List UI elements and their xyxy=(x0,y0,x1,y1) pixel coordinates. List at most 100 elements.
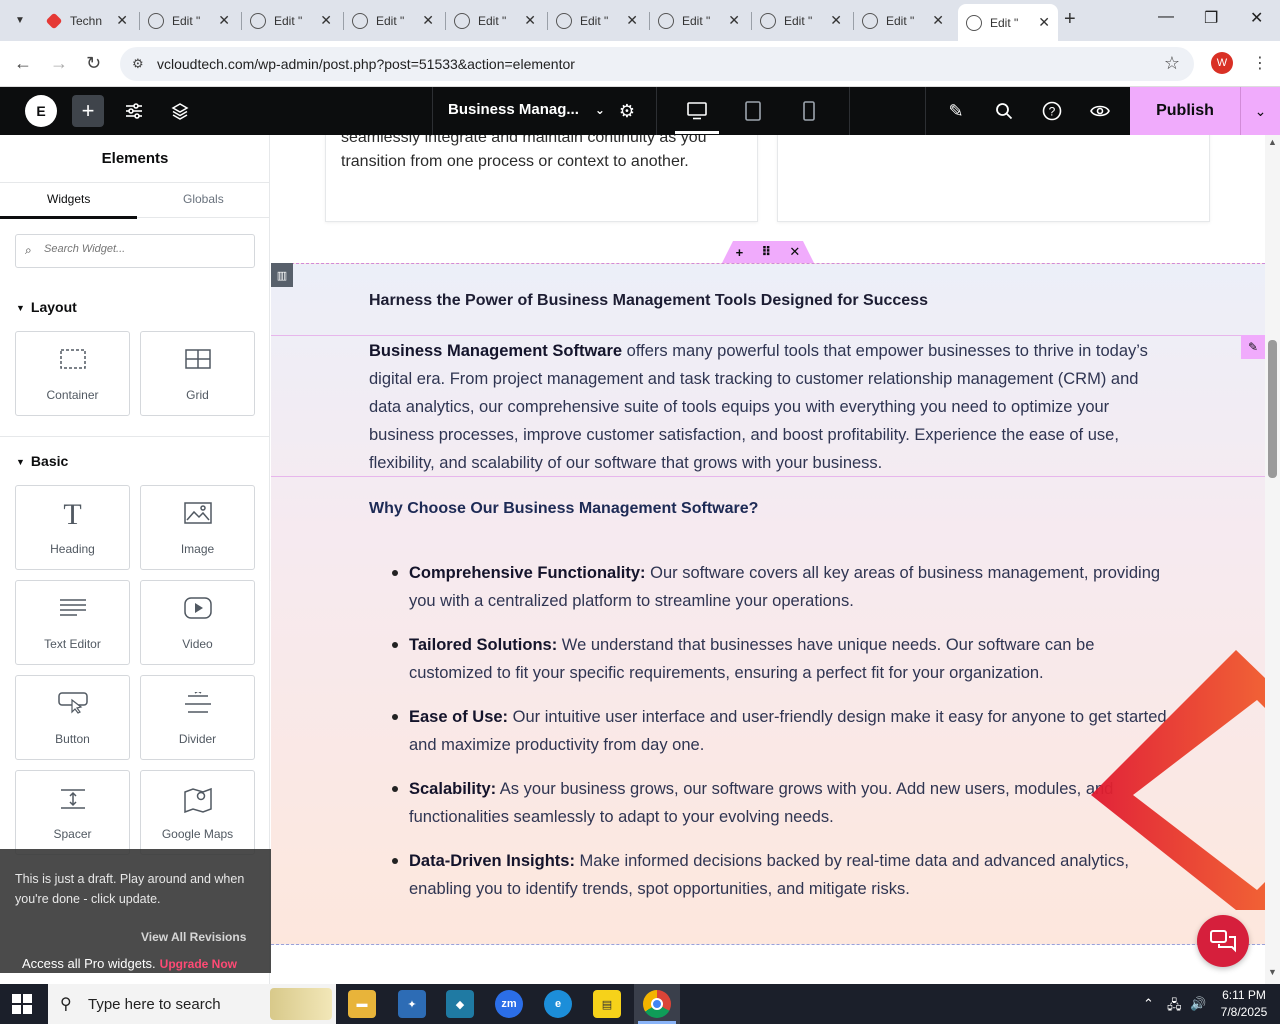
close-tab-icon[interactable]: ✕ xyxy=(218,12,230,29)
reload-button[interactable]: ↻ xyxy=(86,53,101,74)
close-window-button[interactable]: ✕ xyxy=(1250,8,1263,28)
text-editor-widget[interactable]: Business Management Software offers many… xyxy=(271,335,1265,477)
widget-video[interactable]: Video xyxy=(140,580,255,665)
close-tab-icon[interactable]: ✕ xyxy=(626,12,638,29)
close-tab-icon[interactable]: ✕ xyxy=(524,12,536,29)
search-icon[interactable] xyxy=(988,95,1020,127)
tray-chevron-icon[interactable]: ⌃ xyxy=(1143,996,1154,1012)
widget-container[interactable]: Container xyxy=(15,331,130,416)
app-icon[interactable]: ✦ xyxy=(398,990,426,1018)
why-choose-heading[interactable]: Why Choose Our Business Management Softw… xyxy=(369,500,758,518)
minimize-button[interactable]: — xyxy=(1158,8,1174,26)
edge-icon[interactable]: e xyxy=(544,990,572,1018)
list-item-title: Ease of Use: xyxy=(409,708,509,726)
document-title-dropdown[interactable]: Business Manag... ⌄ xyxy=(448,101,605,118)
browser-tab[interactable]: Edit " ✕ xyxy=(650,6,748,35)
widget-google-maps[interactable]: Google Maps xyxy=(140,770,255,855)
column-handle-icon[interactable]: ▥ xyxy=(271,263,293,287)
taskbar-clock[interactable]: 6:11 PM 7/8/2025 xyxy=(1214,987,1274,1021)
new-tab-button[interactable]: + xyxy=(1064,8,1076,31)
view-all-revisions-link[interactable]: View All Revisions xyxy=(141,930,246,944)
forward-button[interactable]: → xyxy=(50,53,68,74)
page-settings-gear-icon[interactable]: ⚙ xyxy=(611,95,643,127)
browser-tab[interactable]: Edit " ✕ xyxy=(242,6,340,35)
category-basic[interactable]: ▼ Basic xyxy=(16,453,68,469)
mobile-view-icon[interactable] xyxy=(793,95,825,127)
site-info-icon[interactable]: ⚙ xyxy=(132,56,144,72)
zoom-icon[interactable]: zm xyxy=(495,990,523,1018)
widget-grid[interactable]: Grid xyxy=(140,331,255,416)
widget-search-input[interactable] xyxy=(44,243,244,255)
notes-pin-icon[interactable]: ✎ xyxy=(940,95,972,127)
file-explorer-icon[interactable]: ▬ xyxy=(348,990,376,1018)
widget-text-editor[interactable]: Text Editor xyxy=(15,580,130,665)
add-section-icon[interactable]: + xyxy=(736,245,744,260)
upgrade-now-link[interactable]: Upgrade Now xyxy=(160,957,237,971)
browser-tab[interactable]: Edit " ✕ xyxy=(446,6,544,35)
back-button[interactable]: ← xyxy=(14,53,32,74)
delete-section-icon[interactable]: ✕ xyxy=(789,244,800,260)
browser-tab[interactable]: Edit " ✕ xyxy=(344,6,442,35)
close-tab-icon[interactable]: ✕ xyxy=(728,12,740,29)
url-text[interactable]: vcloudtech.com/wp-admin/post.php?post=51… xyxy=(157,56,575,72)
sticky-notes-icon[interactable]: ▤ xyxy=(593,990,621,1018)
canvas-scrollbar[interactable]: ▲ ▼ xyxy=(1265,135,1280,984)
omnibox[interactable]: ⚙ vcloudtech.com/wp-admin/post.php?post=… xyxy=(120,47,1194,81)
profile-avatar[interactable]: W xyxy=(1211,52,1233,74)
chevron-down-icon: ⌄ xyxy=(594,103,605,117)
chat-widget-button[interactable] xyxy=(1197,915,1249,967)
tab-widgets[interactable]: Widgets xyxy=(47,192,90,206)
globe-icon xyxy=(454,12,470,29)
windows-start-icon[interactable] xyxy=(12,994,32,1014)
section-heading[interactable]: Harness the Power of Business Management… xyxy=(369,292,928,310)
widget-image[interactable]: Image xyxy=(140,485,255,570)
close-tab-icon[interactable]: ✕ xyxy=(320,12,332,29)
widget-spacer[interactable]: Spacer xyxy=(15,770,130,855)
scrollbar-thumb[interactable] xyxy=(1268,340,1277,478)
desktop-view-icon[interactable] xyxy=(681,95,713,127)
tab-globals[interactable]: Globals xyxy=(183,192,224,206)
widget-label: Container xyxy=(46,388,99,402)
restore-button[interactable]: ❐ xyxy=(1204,8,1218,28)
close-tab-icon[interactable]: ✕ xyxy=(116,12,128,29)
elementor-logo-icon[interactable]: E xyxy=(25,95,57,127)
widget-heading[interactable]: T Heading xyxy=(15,485,130,570)
image-icon xyxy=(141,502,254,531)
browser-tab[interactable]: Edit " ✕ xyxy=(958,4,1058,41)
tab-search-button[interactable]: ▼ xyxy=(8,8,32,32)
bookmark-star-icon[interactable]: ☆ xyxy=(1164,53,1180,74)
browser-tab[interactable]: Edit " ✕ xyxy=(752,6,850,35)
intro-paragraph: Business Management Software offers many… xyxy=(369,337,1169,477)
help-icon[interactable]: ? xyxy=(1036,95,1068,127)
chrome-menu-icon[interactable]: ⋮ xyxy=(1252,53,1268,73)
scroll-down-arrow-icon[interactable]: ▼ xyxy=(1268,967,1277,977)
browser-tab[interactable]: Edit " ✕ xyxy=(140,6,238,35)
app-icon-2[interactable]: ◆ xyxy=(446,990,474,1018)
structure-layers-icon[interactable] xyxy=(164,95,196,127)
browser-tab[interactable]: Edit " ✕ xyxy=(854,6,952,35)
browser-tab[interactable]: Techn ✕ xyxy=(38,6,136,35)
close-tab-icon[interactable]: ✕ xyxy=(830,12,842,29)
edit-widget-pencil-icon[interactable]: ✎ xyxy=(1241,335,1265,359)
drag-handle-icon[interactable]: ⠿ xyxy=(761,244,771,260)
close-tab-icon[interactable]: ✕ xyxy=(932,12,944,29)
widget-button[interactable]: Button xyxy=(15,675,130,760)
publish-button[interactable]: Publish xyxy=(1130,87,1240,135)
widget-search-box[interactable]: ⌕ xyxy=(15,234,255,268)
tablet-view-icon[interactable] xyxy=(737,95,769,127)
network-icon[interactable]: 🖧 xyxy=(1167,996,1182,1018)
preview-eye-icon[interactable] xyxy=(1084,95,1116,127)
category-layout[interactable]: ▼ Layout xyxy=(16,299,77,315)
taskbar-search-box[interactable]: ⚲ Type here to search xyxy=(48,984,336,1024)
publish-options-chevron-icon[interactable]: ⌄ xyxy=(1240,87,1280,135)
site-settings-icon[interactable] xyxy=(118,95,150,127)
scroll-up-arrow-icon[interactable]: ▲ xyxy=(1268,137,1277,147)
chrome-icon[interactable] xyxy=(643,990,671,1018)
volume-icon[interactable]: 🔊 xyxy=(1190,996,1206,1012)
close-tab-icon[interactable]: ✕ xyxy=(1038,14,1050,31)
section-handle[interactable]: + ⠿ ✕ xyxy=(722,241,814,263)
browser-tab[interactable]: Edit " ✕ xyxy=(548,6,646,35)
widget-divider[interactable]: Divider xyxy=(140,675,255,760)
add-element-button[interactable]: + xyxy=(72,95,104,127)
close-tab-icon[interactable]: ✕ xyxy=(422,12,434,29)
